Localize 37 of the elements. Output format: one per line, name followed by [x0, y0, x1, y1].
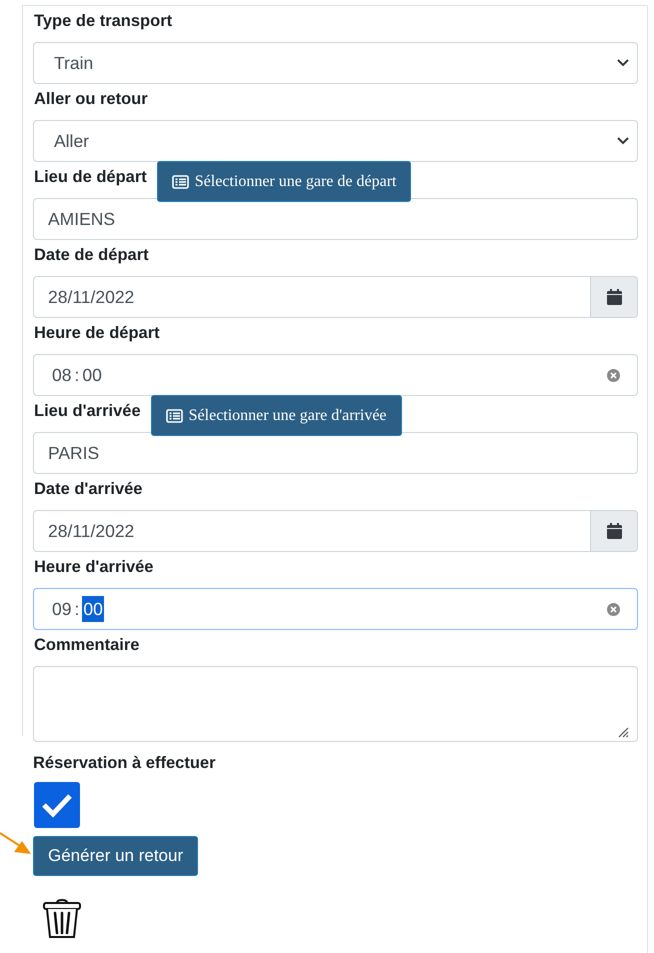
resize-handle-icon[interactable]: [617, 726, 629, 738]
dropdown[interactable]: Train: [33, 42, 638, 84]
field-label: Date d'arrivée: [33, 479, 142, 500]
clear-icon[interactable]: [607, 602, 620, 616]
field-label: Type de transport: [33, 11, 172, 32]
field-label: Lieu d'arrivée: [33, 401, 141, 422]
field-label: Réservation à effectuer: [32, 753, 216, 774]
calendar-button[interactable]: [591, 276, 638, 318]
list-icon: [172, 174, 189, 188]
calendar-button[interactable]: [591, 510, 638, 552]
time-field[interactable]: 09 : 00: [33, 588, 638, 630]
calendar-icon: [606, 289, 622, 305]
list-icon: [166, 408, 183, 422]
dropdown[interactable]: Aller: [33, 120, 638, 162]
checkbox[interactable]: [34, 782, 80, 828]
trash-icon[interactable]: [42, 898, 82, 940]
field-label: Date de départ: [33, 245, 149, 266]
field-label: Commentaire: [33, 635, 140, 656]
text-field[interactable]: PARIS: [33, 432, 638, 474]
generate-return-button[interactable]: Générer un retour: [33, 836, 198, 876]
date-field[interactable]: 28/11/2022: [33, 510, 591, 552]
field-label: Heure de départ: [33, 323, 160, 344]
checkmark-icon: [41, 792, 73, 818]
field-label: Aller ou retour: [33, 89, 148, 110]
field-label: Lieu de départ: [33, 167, 147, 188]
annotation-arrow: [0, 831, 32, 857]
text-field[interactable]: AMIENS: [33, 198, 638, 240]
calendar-icon: [606, 523, 622, 539]
clear-icon[interactable]: [607, 368, 620, 382]
time-field[interactable]: 08 : 00: [33, 354, 638, 396]
date-field[interactable]: 28/11/2022: [33, 276, 591, 318]
select-station-button[interactable]: Sélectionner une gare d'arrivée: [150, 395, 402, 436]
select-station-button[interactable]: Sélectionner une gare de départ: [156, 161, 412, 202]
field-label: Heure d'arrivée: [33, 557, 154, 578]
comment-field[interactable]: [33, 666, 638, 742]
chevron-down-icon: [617, 137, 629, 145]
chevron-down-icon: [617, 59, 629, 67]
